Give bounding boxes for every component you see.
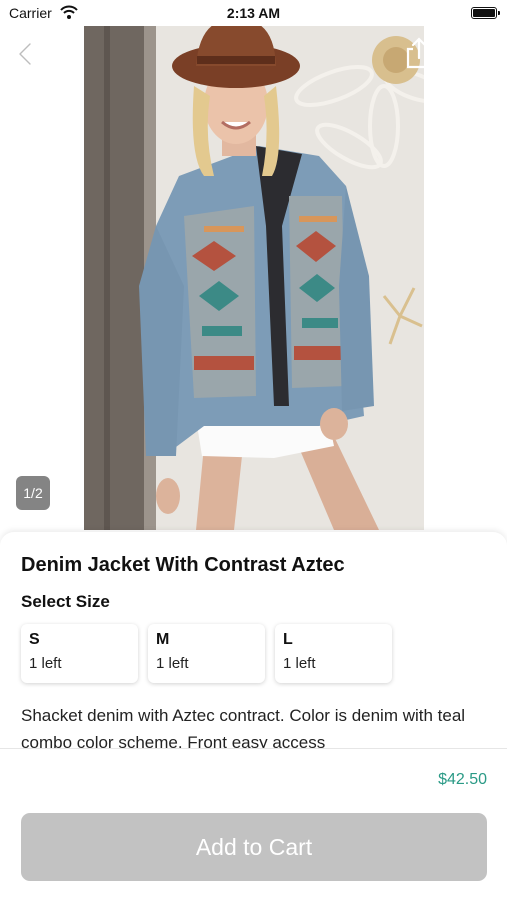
add-to-cart-button[interactable]: Add to Cart xyxy=(21,813,487,881)
product-description: Shacket denim with Aztec contract. Color… xyxy=(21,706,466,748)
back-button[interactable] xyxy=(12,40,40,68)
size-stock: 1 left xyxy=(156,655,189,672)
size-options: S 1 left M 1 left L 1 left xyxy=(21,624,392,683)
image-page-counter: 1/2 xyxy=(16,476,50,510)
cart-icon xyxy=(448,39,485,68)
product-gallery[interactable] xyxy=(0,26,507,536)
clock: 2:13 AM xyxy=(226,5,281,21)
size-heading: Select Size xyxy=(21,592,110,611)
share-icon xyxy=(406,37,432,69)
chevron-left-icon xyxy=(18,42,32,66)
size-option-l[interactable]: L 1 left xyxy=(275,624,392,683)
product-details-sheet: Denim Jacket With Contrast Aztec Select … xyxy=(0,532,507,748)
size-stock: 1 left xyxy=(29,655,62,672)
price-label: $42.50 xyxy=(438,771,487,788)
size-option-m[interactable]: M 1 left xyxy=(148,624,265,683)
product-title: Denim Jacket With Contrast Aztec xyxy=(21,554,345,576)
cart-button[interactable] xyxy=(446,36,486,70)
battery-icon xyxy=(471,7,500,19)
status-bar: Carrier 2:13 AM xyxy=(0,0,507,26)
product-image[interactable] xyxy=(84,26,424,530)
purchase-bar: $42.50 Add to Cart xyxy=(0,748,507,900)
size-label: L xyxy=(283,631,293,648)
size-label: S xyxy=(29,631,40,648)
size-stock: 1 left xyxy=(283,655,316,672)
size-option-s[interactable]: S 1 left xyxy=(21,624,138,683)
share-button[interactable] xyxy=(404,36,434,70)
size-label: M xyxy=(156,631,170,648)
